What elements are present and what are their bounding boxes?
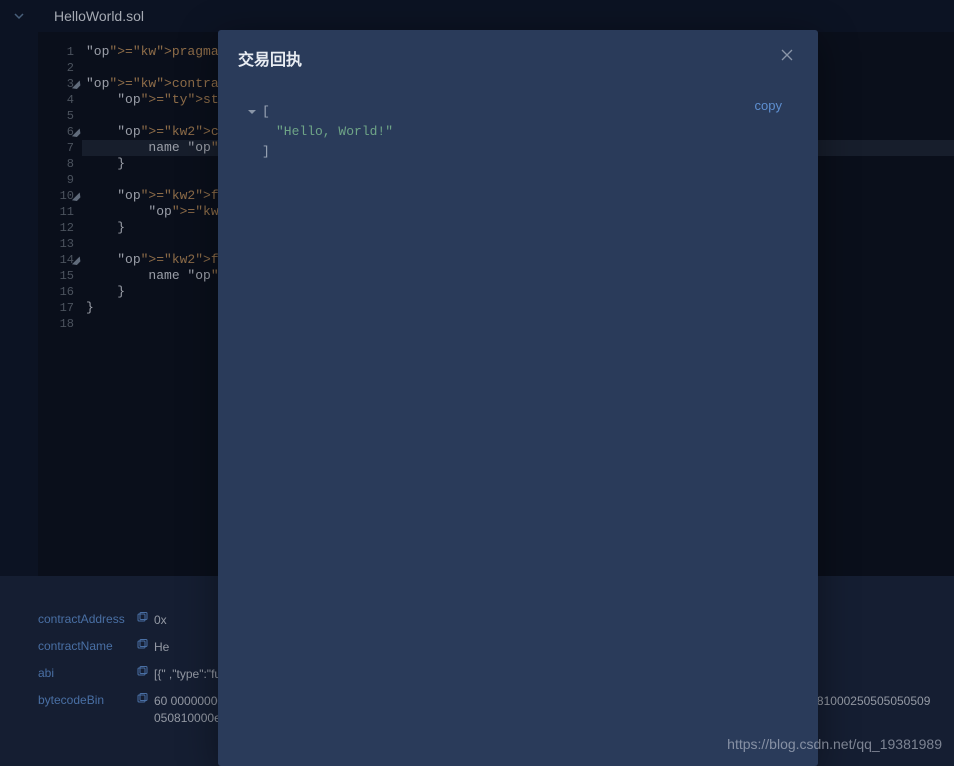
transaction-receipt-modal: 交易回执 copy [ "Hello, World!" ]	[218, 30, 818, 766]
copy-button[interactable]: copy	[755, 98, 782, 113]
close-icon[interactable]	[776, 44, 798, 72]
json-result: [ "Hello, World!" ]	[248, 102, 788, 162]
collapse-icon[interactable]	[248, 102, 262, 122]
modal-title: 交易回执	[238, 46, 302, 70]
result-value: "Hello, World!"	[248, 122, 788, 142]
